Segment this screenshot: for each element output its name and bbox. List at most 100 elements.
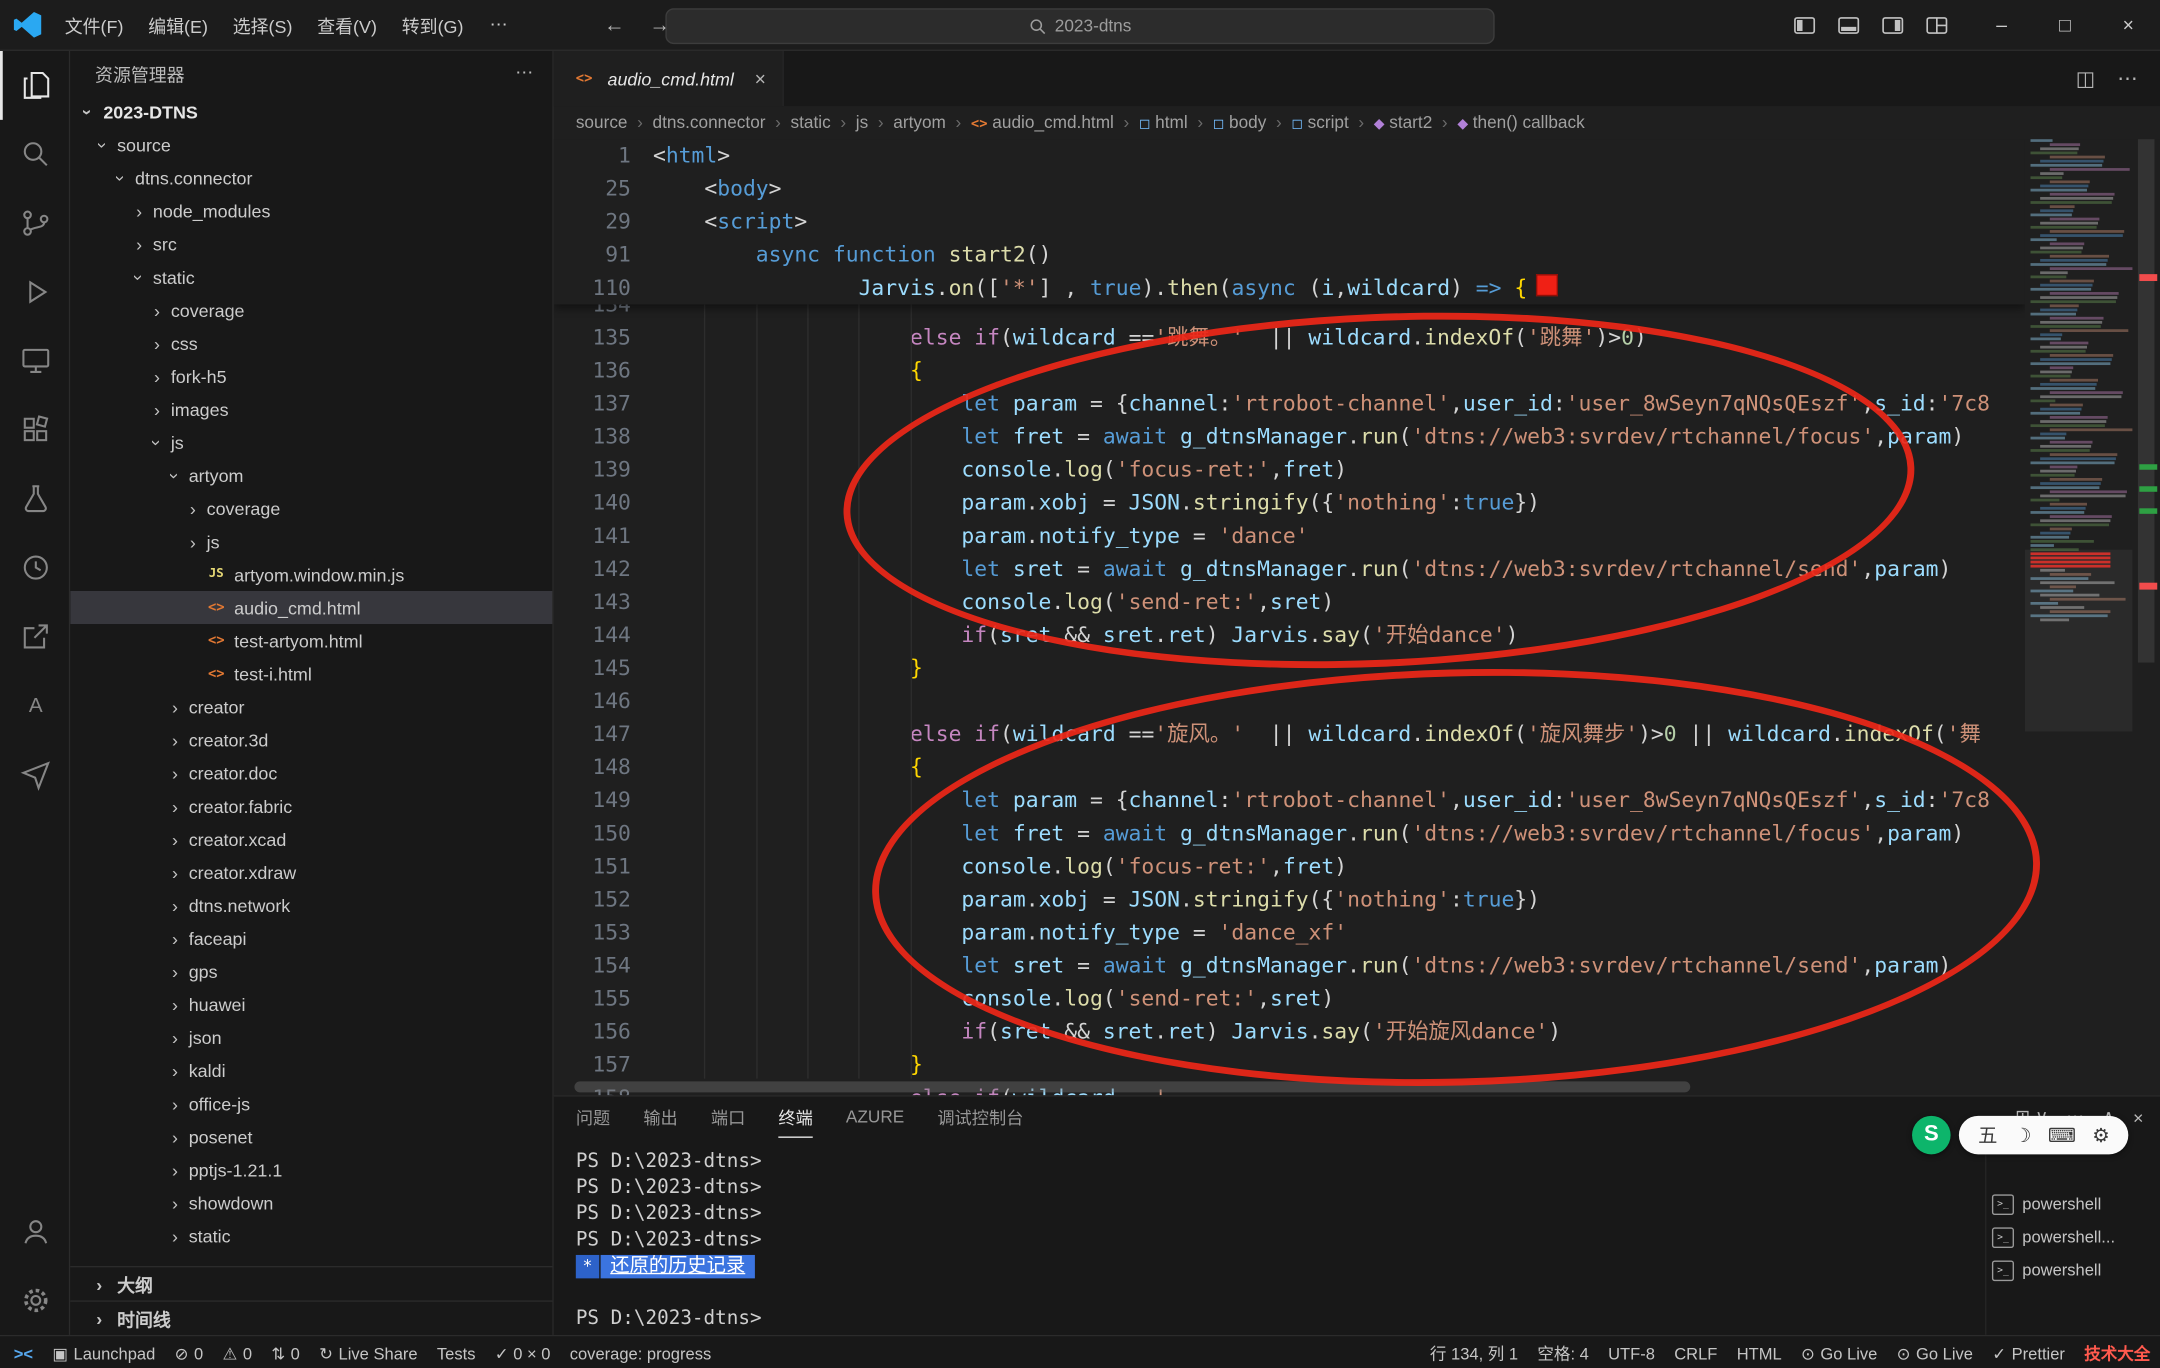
- panel-tab-输出[interactable]: 输出: [643, 1097, 677, 1138]
- breadcrumb-item[interactable]: ◻ body: [1213, 113, 1267, 132]
- ime-item[interactable]: ☽: [2014, 1123, 2031, 1146]
- statusbar-ports[interactable]: ⇅ 0: [262, 1336, 310, 1368]
- tree-item-images[interactable]: › images: [70, 393, 552, 426]
- tree-item-creator.xdraw[interactable]: › creator.xdraw: [70, 855, 552, 888]
- tree-item-showdown[interactable]: › showdown: [70, 1186, 552, 1219]
- breadcrumb-item[interactable]: ◆ then() callback: [1457, 113, 1584, 132]
- statusbar-warnings[interactable]: ⚠ 0: [213, 1336, 262, 1368]
- tree-item-pptjs-1.21.1[interactable]: › pptjs-1.21.1: [70, 1153, 552, 1186]
- breadcrumb-item[interactable]: ◻ html: [1139, 113, 1188, 132]
- run-debug-icon[interactable]: [0, 258, 69, 327]
- statusbar-go-live-2[interactable]: ⊙ Go Live: [1887, 1336, 1983, 1368]
- statusbar-test-results[interactable]: ✓ 0 × 0: [485, 1336, 560, 1368]
- window-close-button[interactable]: ×: [2097, 0, 2160, 50]
- statusbar-language-mode[interactable]: HTML: [1727, 1336, 1791, 1368]
- ime-item[interactable]: 五: [1978, 1121, 1997, 1149]
- tree-item-creator[interactable]: › creator: [70, 690, 552, 723]
- nav-back-button[interactable]: ←: [604, 13, 625, 36]
- terminal[interactable]: PS D:\2023-dtns> PS D:\2023-dtns> PS D:\20…: [554, 1138, 1985, 1335]
- tree-item-posenet[interactable]: › posenet: [70, 1120, 552, 1153]
- tree-item-creator.xcad[interactable]: › creator.xcad: [70, 822, 552, 855]
- statusbar-eol[interactable]: CRLF: [1665, 1336, 1727, 1368]
- tree-item-css[interactable]: › css: [70, 326, 552, 359]
- timeline-section[interactable]: › 时间线: [70, 1300, 553, 1334]
- menu-item[interactable]: 查看(V): [305, 0, 390, 50]
- statusbar-prettier[interactable]: ✓ Prettier: [1983, 1336, 2075, 1368]
- workspace-section-header[interactable]: › 2023-DTNS: [70, 95, 552, 128]
- history-icon[interactable]: [0, 533, 69, 602]
- testing-icon[interactable]: [0, 464, 69, 533]
- tree-item-creator.fabric[interactable]: › creator.fabric: [70, 789, 552, 822]
- account-icon[interactable]: [0, 1197, 69, 1266]
- share-icon[interactable]: [0, 602, 69, 671]
- tree-item-coverage[interactable]: › coverage: [70, 492, 552, 525]
- tree-item-coverage[interactable]: › coverage: [70, 293, 552, 326]
- tree-item-js[interactable]: › js: [70, 426, 552, 459]
- outline-section[interactable]: › 大纲: [70, 1265, 553, 1300]
- horizontal-scrollbar[interactable]: [574, 1081, 1691, 1093]
- breadcrumb-item[interactable]: dtns.connector: [653, 113, 766, 132]
- split-editor-icon[interactable]: ◫: [2076, 66, 2096, 91]
- send-icon[interactable]: [0, 740, 69, 809]
- settings-icon[interactable]: [0, 1266, 69, 1335]
- tab-audio-cmd-html[interactable]: <> audio_cmd.html ×: [553, 50, 784, 107]
- minimap[interactable]: [2024, 139, 2133, 1095]
- panel-tab-问题[interactable]: 问题: [576, 1097, 610, 1138]
- tree-item-static[interactable]: › static: [70, 260, 552, 293]
- statusbar-go-live[interactable]: ⊙ Go Live: [1791, 1336, 1887, 1368]
- ime-item[interactable]: ⌨: [2048, 1123, 2076, 1146]
- tree-item-dtns.connector[interactable]: › dtns.connector: [70, 161, 552, 194]
- tree-item-test-artyom.html[interactable]: <> test-artyom.html: [70, 624, 552, 657]
- menu-item[interactable]: 文件(F): [52, 0, 135, 50]
- tree-item-node_modules[interactable]: › node_modules: [70, 194, 552, 227]
- statusbar-encoding[interactable]: UTF-8: [1598, 1336, 1664, 1368]
- ime-toolbar[interactable]: S 五 ☽ ⌨ ⚙: [1912, 1115, 2129, 1155]
- tree-item-gps[interactable]: › gps: [70, 955, 552, 988]
- tab-close-icon[interactable]: ×: [755, 68, 766, 90]
- statusbar-indentation[interactable]: 空格: 4: [1528, 1336, 1599, 1368]
- menu-item[interactable]: 编辑(E): [136, 0, 221, 50]
- breadcrumb-item[interactable]: static: [791, 113, 831, 132]
- statusbar-tests[interactable]: Tests: [427, 1336, 485, 1368]
- terminal-suggestion[interactable]: * 还原的历史记录: [575, 1254, 1985, 1280]
- menubar-more-button[interactable]: ⋯: [476, 14, 521, 36]
- breadcrumb-item[interactable]: js: [856, 113, 868, 132]
- tree-item-static[interactable]: › static: [70, 1219, 552, 1252]
- customize-layout-icon[interactable]: [1918, 7, 1957, 43]
- toggle-secondary-sidebar-icon[interactable]: [1873, 7, 1912, 43]
- statusbar-problems[interactable]: ⊘ 0: [165, 1336, 213, 1368]
- editor-more-icon[interactable]: ⋯: [2117, 66, 2138, 91]
- tree-item-test-i.html[interactable]: <> test-i.html: [70, 657, 552, 690]
- panel-tab-端口[interactable]: 端口: [711, 1097, 745, 1138]
- statusbar-watermark[interactable]: 技术大全: [2075, 1336, 2160, 1368]
- translate-icon[interactable]: A: [0, 671, 69, 740]
- toggle-panel-icon[interactable]: [1829, 7, 1868, 43]
- tree-item-creator.3d[interactable]: › creator.3d: [70, 723, 552, 756]
- tree-item-dtns.network[interactable]: › dtns.network: [70, 889, 552, 922]
- breadcrumb-item[interactable]: artyom: [893, 113, 946, 132]
- menu-item[interactable]: 转到(G): [389, 0, 475, 50]
- explorer-icon[interactable]: [0, 50, 69, 120]
- statusbar-launchpad[interactable]: ▣ Launchpad: [43, 1336, 165, 1368]
- extensions-icon[interactable]: [0, 395, 69, 464]
- statusbar-live-share[interactable]: ↻ Live Share: [310, 1336, 428, 1368]
- breadcrumb-item[interactable]: ◆ start2: [1374, 113, 1432, 132]
- tree-item-artyom[interactable]: › artyom: [70, 459, 552, 492]
- window-minimize-button[interactable]: –: [1970, 0, 2033, 50]
- tree-item-creator.doc[interactable]: › creator.doc: [70, 756, 552, 789]
- toggle-sidebar-icon[interactable]: [1785, 7, 1824, 43]
- breadcrumb-item[interactable]: <> audio_cmd.html: [971, 113, 1114, 132]
- window-maximize-button[interactable]: □: [2033, 0, 2096, 50]
- tree-item-json[interactable]: › json: [70, 1021, 552, 1054]
- panel-tab-调试控制台[interactable]: 调试控制台: [937, 1097, 1023, 1138]
- tree-item-huawei[interactable]: › huawei: [70, 988, 552, 1021]
- remote-explorer-icon[interactable]: [0, 326, 69, 395]
- code-editor[interactable]: 134 135 else if(wildcard =='跳舞。' || wildca…: [553, 139, 2160, 1096]
- ime-item[interactable]: ⚙: [2092, 1123, 2109, 1146]
- statusbar-coverage[interactable]: coverage: progress: [560, 1336, 721, 1368]
- tree-item-kaldi[interactable]: › kaldi: [70, 1054, 552, 1087]
- tree-item-faceapi[interactable]: › faceapi: [70, 922, 552, 955]
- terminal-instance[interactable]: >_ powershell: [1986, 1254, 2160, 1287]
- tree-item-src[interactable]: › src: [70, 227, 552, 260]
- explorer-more-button[interactable]: ⋯: [515, 62, 533, 84]
